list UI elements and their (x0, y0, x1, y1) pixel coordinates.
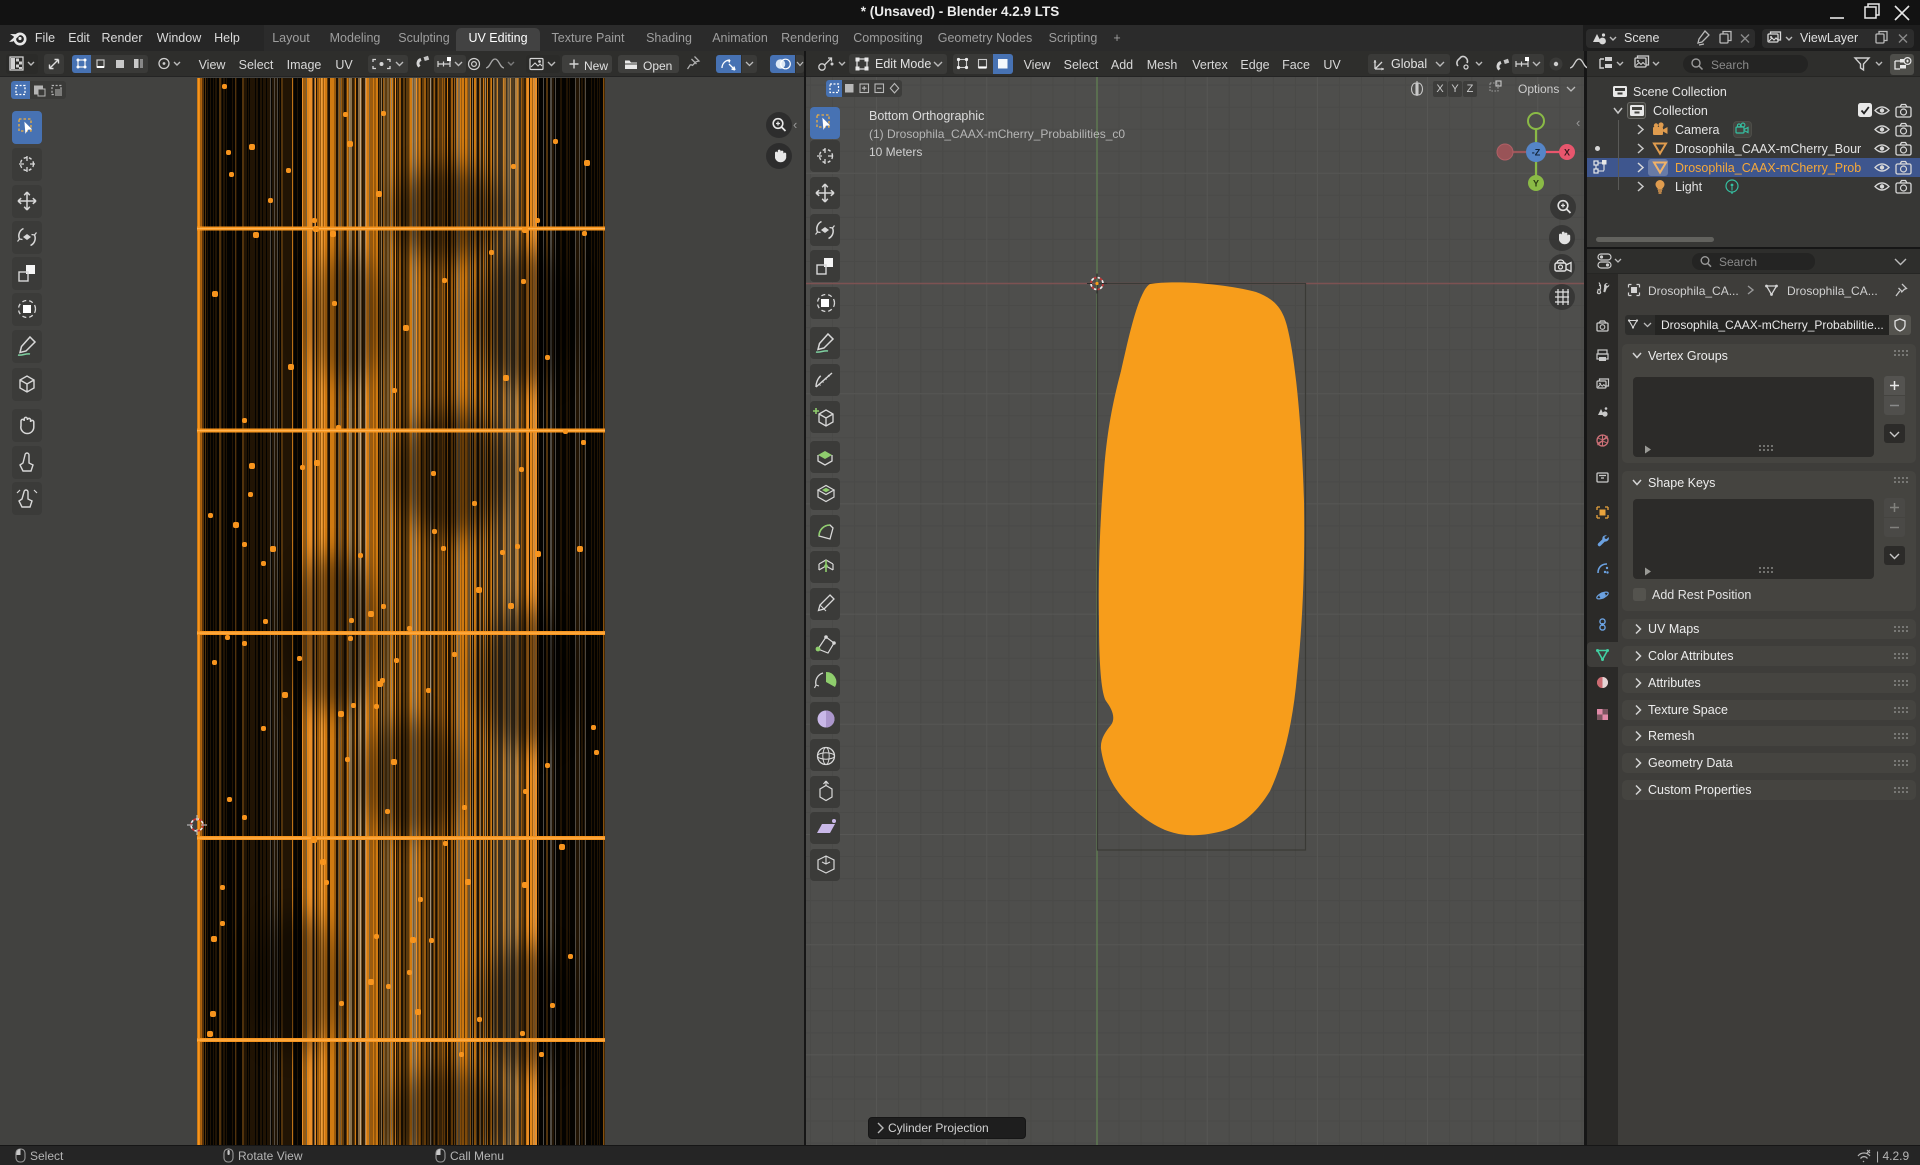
svg-text:X: X (1564, 148, 1570, 158)
svg-text:-Z: -Z (1532, 148, 1541, 158)
svg-text:Y: Y (1533, 179, 1539, 189)
